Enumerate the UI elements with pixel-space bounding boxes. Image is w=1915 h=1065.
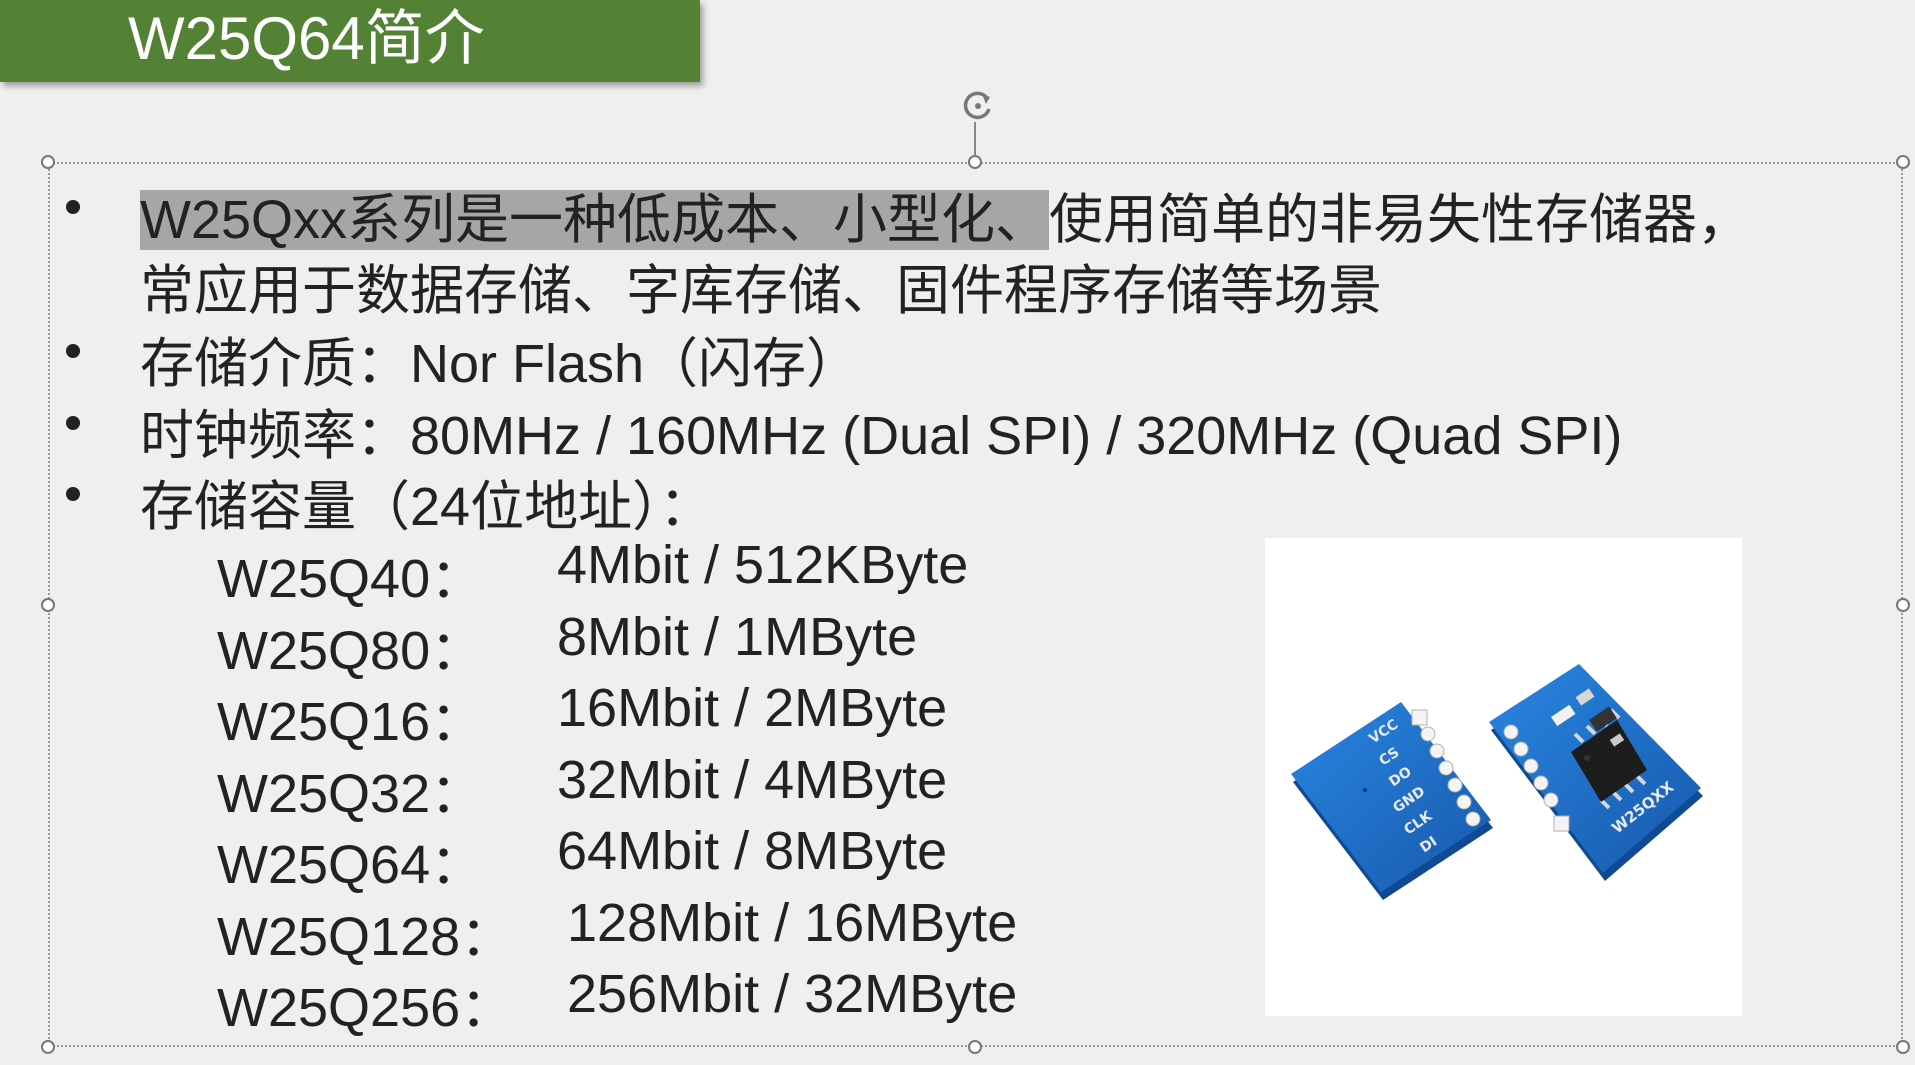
capacity-row: W25Q32： 32Mbit / 4MByte bbox=[217, 749, 947, 828]
capacity-model: W25Q80： bbox=[217, 621, 485, 681]
capacity-model: W25Q256： bbox=[217, 978, 515, 1038]
capacity-row: W25Q64： 64Mbit / 8MByte bbox=[217, 820, 947, 899]
resize-handle-bottom-right[interactable] bbox=[1896, 1040, 1910, 1054]
capacity-size: 64Mbit / 8MByte bbox=[557, 821, 948, 881]
capacity-size: 32Mbit / 4MByte bbox=[557, 750, 948, 810]
module-board-back: VCC CS DO GND CLK DI bbox=[1291, 702, 1493, 900]
bullet-marker bbox=[66, 344, 80, 358]
capacity-size: 4Mbit / 512KByte bbox=[557, 535, 969, 595]
capacity-size: 256Mbit / 32MByte bbox=[567, 964, 1018, 1024]
module-photo: VCC CS DO GND CLK DI W25QXX bbox=[1265, 538, 1742, 1016]
capacity-model: W25Q32： bbox=[217, 764, 485, 824]
capacity-size: 16Mbit / 2MByte bbox=[557, 678, 948, 738]
bullet-marker bbox=[66, 487, 80, 501]
resize-handle-middle-right[interactable] bbox=[1896, 598, 1910, 612]
slide-title: W25Q64简介 bbox=[128, 5, 485, 72]
capacity-size: 128Mbit / 16MByte bbox=[567, 893, 1018, 953]
capacity-row: W25Q80： 8Mbit / 1MByte bbox=[217, 606, 917, 685]
capacity-row: W25Q256： 256Mbit / 32MByte bbox=[217, 963, 1017, 1042]
bullet-1-text-rest: 使用简单的非易失性存储器， bbox=[1049, 190, 1752, 250]
resize-handle-middle-left[interactable] bbox=[41, 598, 55, 612]
capacity-row: W25Q128： 128Mbit / 16MByte bbox=[217, 892, 1017, 971]
capacity-model: W25Q40： bbox=[217, 549, 485, 609]
capacity-row: W25Q40： 4Mbit / 512KByte bbox=[217, 534, 968, 613]
capacity-size: 8Mbit / 1MByte bbox=[557, 607, 918, 667]
capacity-row: W25Q16： 16Mbit / 2MByte bbox=[217, 677, 947, 756]
bullet-3-text: 时钟频率：80MHz / 160MHz (Dual SPI) / 320MHz … bbox=[140, 406, 1623, 466]
bullet-2-text: 存储介质：Nor Flash（闪存） bbox=[140, 334, 861, 394]
selected-text[interactable]: W25Qxx系列是一种低成本、小型化、 bbox=[140, 190, 1050, 250]
resize-handle-bottom-left[interactable] bbox=[41, 1040, 55, 1054]
capacity-model: W25Q16： bbox=[217, 692, 485, 752]
rotate-handle-icon[interactable] bbox=[956, 84, 1000, 128]
bullet-marker bbox=[66, 200, 80, 214]
resize-handle-top-left[interactable] bbox=[41, 155, 55, 169]
resize-handle-top-center[interactable] bbox=[968, 155, 982, 169]
bullet-1-line-2: 常应用于数据存储、字库存储、固件程序存储等场景 bbox=[140, 261, 1382, 321]
title-bar: W25Q64简介 bbox=[0, 0, 700, 82]
bullet-1-line-1: W25Qxx系列是一种低成本、小型化、使用简单的非易失性存储器， bbox=[140, 175, 1751, 254]
capacity-model: W25Q64： bbox=[217, 835, 485, 895]
bullet-marker bbox=[66, 416, 80, 430]
bullet-4-text: 存储容量（24位地址）： bbox=[140, 477, 714, 537]
capacity-model: W25Q128： bbox=[217, 907, 515, 967]
resize-handle-bottom-center[interactable] bbox=[968, 1040, 982, 1054]
module-board-front: W25QXX bbox=[1489, 664, 1703, 881]
resize-handle-top-right[interactable] bbox=[1896, 155, 1910, 169]
w25q-module-image: VCC CS DO GND CLK DI W25QXX bbox=[1291, 664, 1703, 900]
